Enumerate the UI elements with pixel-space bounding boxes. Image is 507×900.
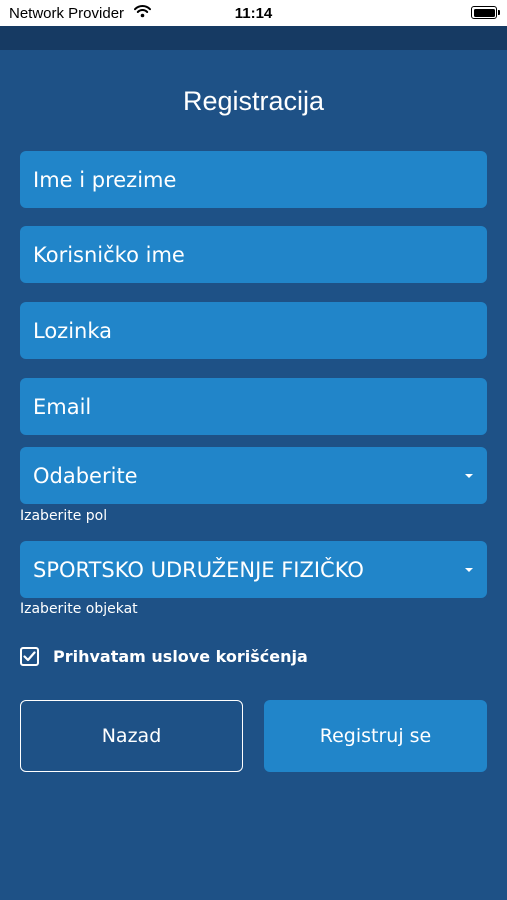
terms-checkbox[interactable] (20, 647, 39, 666)
header-band (0, 26, 507, 50)
caret-down-icon (465, 567, 473, 572)
status-bar: Network Provider 11:14 (0, 0, 507, 26)
email-input[interactable]: Email (20, 378, 487, 435)
gender-select[interactable]: Odaberite (20, 447, 487, 504)
caret-down-icon (465, 473, 473, 478)
terms-label: Prihvatam uslove korišćenja (53, 647, 308, 666)
page-title: Registracija (182, 86, 325, 116)
password-placeholder: Lozinka (33, 318, 113, 343)
register-button[interactable]: Registruj se (264, 700, 487, 772)
username-placeholder: Korisničko ime (33, 242, 185, 267)
gender-select-value: Odaberite (33, 463, 138, 488)
full-name-input[interactable]: Ime i prezime (20, 151, 487, 208)
username-input[interactable]: Korisničko ime (20, 226, 487, 283)
password-input[interactable]: Lozinka (20, 302, 487, 359)
status-time: 11:14 (234, 5, 273, 22)
back-button-label: Nazad (101, 725, 162, 747)
email-placeholder: Email (33, 394, 92, 419)
gender-hint: Izaberite pol (20, 508, 108, 524)
facility-hint: Izaberite objekat (20, 601, 138, 617)
register-button-label: Registruj se (319, 725, 432, 747)
checkmark-icon (23, 651, 36, 662)
full-name-placeholder: Ime i prezime (33, 167, 177, 192)
terms-row: Prihvatam uslove korišćenja (20, 647, 308, 666)
facility-select-value: SPORTSKO UDRUŽENJE FIZIČKO (33, 557, 364, 582)
facility-select[interactable]: SPORTSKO UDRUŽENJE FIZIČKO (20, 541, 487, 598)
back-button[interactable]: Nazad (20, 700, 243, 772)
battery-icon (471, 6, 500, 19)
